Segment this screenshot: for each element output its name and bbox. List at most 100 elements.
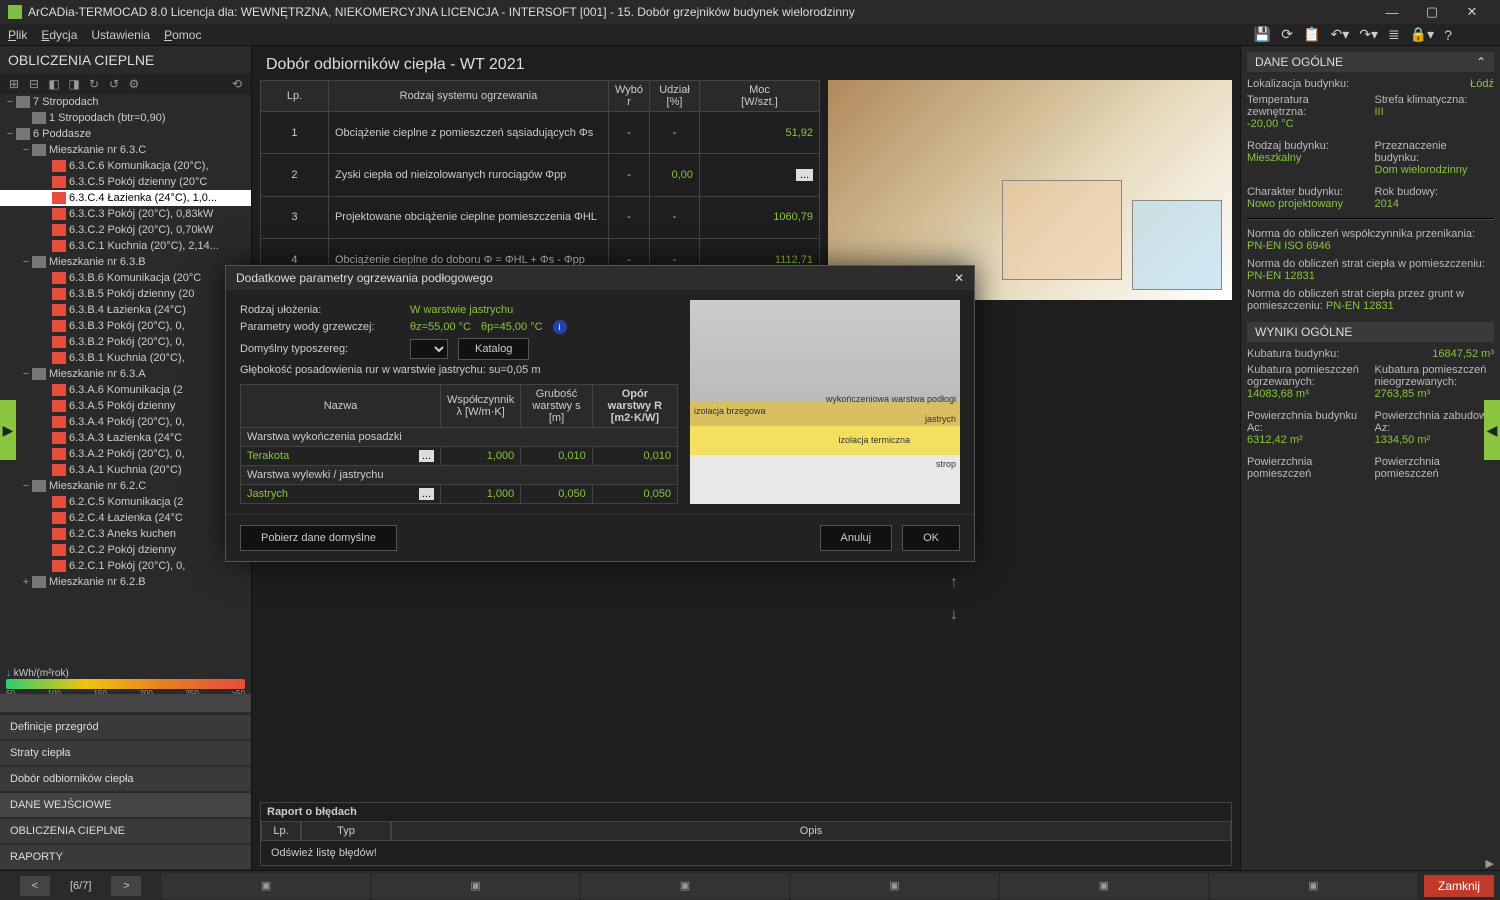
next-arrow[interactable]: ◀ bbox=[1484, 400, 1500, 460]
maximize-button[interactable]: ▢ bbox=[1412, 0, 1452, 24]
tree-row[interactable]: 6.2.C.1 Pokój (20°C), 0, bbox=[0, 558, 251, 574]
left-panel-title: OBLICZENIA CIEPLNE bbox=[0, 46, 251, 74]
collapse-icon[interactable]: ⊟ bbox=[26, 76, 42, 92]
nav-raporty[interactable]: RAPORTY bbox=[0, 845, 251, 869]
tool6-icon[interactable]: ↺ bbox=[106, 76, 122, 92]
tree-row[interactable]: −Mieszkanie nr 6.2.C bbox=[0, 478, 251, 494]
tree-row[interactable]: 6.3.C.1 Kuchnia (20°C), 2,14... bbox=[0, 238, 251, 254]
menu-bar: Plik Edycja Ustawienia Pomoc 💾 ⟳ 📋 ↶▾ ↷▾… bbox=[0, 24, 1500, 46]
app-icon bbox=[8, 5, 22, 19]
tool5-icon[interactable]: ↻ bbox=[86, 76, 102, 92]
tree-row[interactable]: 6.3.C.4 Łazienka (24°C), 1,0... bbox=[0, 190, 251, 206]
tree-row[interactable]: 6.3.A.5 Pokój dzienny bbox=[0, 398, 251, 414]
tab-4[interactable]: ▣ bbox=[791, 873, 998, 899]
redo-icon[interactable]: ↷▾ bbox=[1359, 26, 1378, 43]
nav-straty[interactable]: Straty ciepła bbox=[0, 741, 251, 765]
sync-icon[interactable]: ⟲ bbox=[229, 76, 245, 92]
tree-row[interactable]: −Mieszkanie nr 6.3.B bbox=[0, 254, 251, 270]
tree-row[interactable]: 6.3.C.2 Pokój (20°C), 0,70kW bbox=[0, 222, 251, 238]
section-wyniki[interactable]: WYNIKI OGÓLNE bbox=[1247, 322, 1494, 342]
nav-dobor[interactable]: Dobór odbiorników ciepła bbox=[0, 767, 251, 791]
tree-row[interactable]: 6.3.B.4 Łazienka (24°C) bbox=[0, 302, 251, 318]
tree-row[interactable]: 6.3.A.2 Pokój (20°C), 0, bbox=[0, 446, 251, 462]
page-prev[interactable]: < bbox=[20, 876, 50, 896]
tool3-icon[interactable]: ◧ bbox=[46, 76, 62, 92]
up-icon[interactable]: ↑ bbox=[943, 574, 965, 596]
material-terakota[interactable]: Terakota ... bbox=[241, 447, 441, 466]
tree-row[interactable]: 6.2.C.2 Pokój dzienny bbox=[0, 542, 251, 558]
prev-arrow[interactable]: ▶ bbox=[0, 400, 16, 460]
tree-row[interactable]: 6.2.C.4 Łazienka (24°C bbox=[0, 510, 251, 526]
col-udzial: Udział[%] bbox=[650, 81, 700, 112]
tab-1[interactable]: ▣ bbox=[162, 873, 369, 899]
center-title: Dobór odbiorników ciepła - WT 2021 bbox=[252, 46, 1240, 80]
nav-definicje[interactable]: Definicje przegród bbox=[0, 715, 251, 739]
col-wybor: Wybór bbox=[608, 81, 649, 112]
defaults-button[interactable]: Pobierz dane domyślne bbox=[240, 525, 397, 551]
minimize-button[interactable]: — bbox=[1372, 0, 1412, 24]
right-panel: DANE OGÓLNE⌃ Lokalizacja budynku: Łódź T… bbox=[1240, 46, 1500, 870]
edit-btn[interactable]: ... bbox=[796, 169, 813, 181]
tree-row[interactable]: −6 Poddasze bbox=[0, 126, 251, 142]
tree-row[interactable]: 6.3.A.4 Pokój (20°C), 0, bbox=[0, 414, 251, 430]
menu-help[interactable]: Pomoc bbox=[164, 28, 201, 42]
close-button[interactable]: ✕ bbox=[1452, 0, 1492, 24]
tool4-icon[interactable]: ◨ bbox=[66, 76, 82, 92]
expand-icon[interactable]: ⊞ bbox=[6, 76, 22, 92]
tree-row[interactable]: 6.3.A.1 Kuchnia (20°C) bbox=[0, 462, 251, 478]
down-icon[interactable]: ↓ bbox=[943, 606, 965, 628]
cancel-button[interactable]: Anuluj bbox=[820, 525, 893, 551]
tab-5[interactable]: ▣ bbox=[1000, 873, 1207, 899]
katalog-button[interactable]: Katalog bbox=[458, 338, 529, 360]
window-title: ArCADia-TERMOCAD 8.0 Licencja dla: WEWNĘ… bbox=[28, 5, 1372, 19]
tab-3[interactable]: ▣ bbox=[581, 873, 788, 899]
tree-row[interactable]: −Mieszkanie nr 6.3.A bbox=[0, 366, 251, 382]
tree-row[interactable]: 6.3.B.3 Pokój (20°C), 0, bbox=[0, 318, 251, 334]
section-dane-ogolne[interactable]: DANE OGÓLNE⌃ bbox=[1247, 52, 1494, 72]
lock-icon[interactable]: 🔒▾ bbox=[1410, 26, 1434, 43]
help-icon[interactable]: ? bbox=[1444, 27, 1452, 43]
menu-edit[interactable]: Edycja bbox=[41, 28, 77, 42]
tree-row[interactable]: 6.3.C.3 Pokój (20°C), 0,83kW bbox=[0, 206, 251, 222]
bottom-bar: < [6/7] > ▣ ▣ ▣ ▣ ▣ ▣ Zamknij bbox=[0, 870, 1500, 900]
tree-row[interactable]: 6.3.B.5 Pokój dzienny (20 bbox=[0, 286, 251, 302]
page-next[interactable]: > bbox=[111, 876, 141, 896]
tree-row[interactable]: −7 Stropodach bbox=[0, 94, 251, 110]
tree-row[interactable]: 6.3.B.6 Komunikacja (20°C bbox=[0, 270, 251, 286]
nav-dane[interactable]: DANE WEJŚCIOWE bbox=[0, 793, 251, 817]
tab-2[interactable]: ▣ bbox=[372, 873, 579, 899]
modal-close-icon[interactable]: ✕ bbox=[954, 271, 964, 285]
scroll-right-icon[interactable]: ▶ bbox=[1486, 857, 1494, 870]
menu-file[interactable]: Plik bbox=[8, 28, 27, 42]
col-rodzaj: Rodzaj systemu ogrzewania bbox=[328, 81, 608, 112]
tree-row[interactable]: 6.2.C.3 Aneks kuchen bbox=[0, 526, 251, 542]
main-toolbar: 💾 ⟳ 📋 ↶▾ ↷▾ ≣ 🔒▾ ? bbox=[1254, 26, 1452, 43]
tree-row[interactable]: 6.3.A.6 Komunikacja (2 bbox=[0, 382, 251, 398]
tree-row[interactable]: +Mieszkanie nr 6.2.B bbox=[0, 574, 251, 590]
refresh-icon[interactable]: ⟳ bbox=[1281, 26, 1293, 43]
tree-row[interactable]: 6.3.C.5 Pokój dzienny (20°C bbox=[0, 174, 251, 190]
layers-icon[interactable]: ≣ bbox=[1388, 26, 1400, 43]
error-report: Raport o błędach Lp. Typ Opis Odśwież li… bbox=[260, 802, 1232, 866]
material-jastrych[interactable]: Jastrych ... bbox=[241, 485, 441, 504]
tree-row[interactable]: 6.3.C.6 Komunikacja (20°C), bbox=[0, 158, 251, 174]
menu-settings[interactable]: Ustawienia bbox=[91, 28, 150, 42]
tree-row[interactable]: 6.3.A.3 Łazienka (24°C bbox=[0, 430, 251, 446]
ok-button[interactable]: OK bbox=[902, 525, 960, 551]
info-icon[interactable]: i bbox=[553, 320, 567, 334]
tree-row[interactable]: 6.3.B.1 Kuchnia (20°C), bbox=[0, 350, 251, 366]
copy-icon[interactable]: 📋 bbox=[1303, 26, 1320, 43]
typoszereg-select[interactable] bbox=[410, 339, 448, 359]
tree-row[interactable]: 6.3.B.2 Pokój (20°C), 0, bbox=[0, 334, 251, 350]
project-tree[interactable]: −7 Stropodach1 Stropodach (btr=0,90)−6 P… bbox=[0, 94, 251, 664]
undo-icon[interactable]: ↶▾ bbox=[1330, 26, 1349, 43]
tree-row[interactable]: 6.2.C.5 Komunikacja (2 bbox=[0, 494, 251, 510]
tree-row[interactable]: 1 Stropodach (btr=0,90) bbox=[0, 110, 251, 126]
close-app-button[interactable]: Zamknij bbox=[1424, 875, 1494, 897]
save-icon[interactable]: 💾 bbox=[1254, 26, 1271, 43]
col-moc: Moc[W/szt.] bbox=[700, 81, 820, 112]
tool7-icon[interactable]: ⚙ bbox=[126, 76, 142, 92]
tree-row[interactable]: −Mieszkanie nr 6.3.C bbox=[0, 142, 251, 158]
tab-6[interactable]: ▣ bbox=[1210, 873, 1417, 899]
nav-obliczenia[interactable]: OBLICZENIA CIEPLNE bbox=[0, 819, 251, 843]
